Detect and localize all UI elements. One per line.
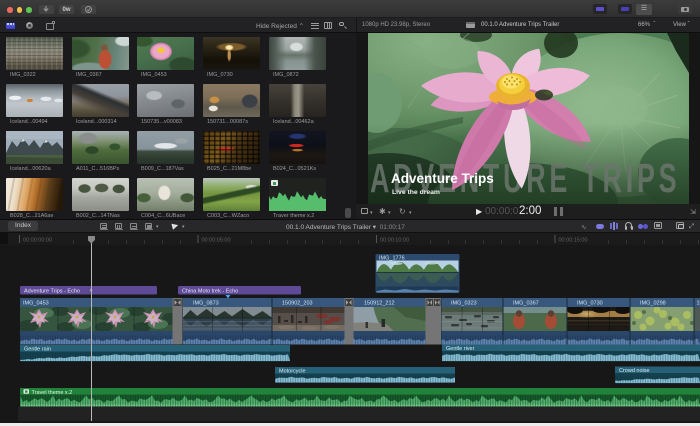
svg-text:Gentle rain: Gentle rain [24, 346, 51, 352]
svg-text:IMG_1776: IMG_1776 [379, 256, 405, 262]
svg-text:Crowd noise: Crowd noise [619, 368, 650, 374]
svg-text:IMG_0323: IMG_0323 [451, 301, 477, 307]
svg-text:150912_212: 150912_212 [364, 301, 395, 307]
svg-text:00:00:15:00: 00:00:15:00 [559, 238, 588, 244]
svg-text:15: 15 [697, 301, 700, 307]
svg-text:Live the dream: Live the dream [392, 189, 440, 196]
svg-text:IMG_0367: IMG_0367 [513, 301, 539, 307]
svg-text:00:00:05:00: 00:00:05:00 [202, 238, 231, 244]
svg-text:Travel theme x.2: Travel theme x.2 [32, 390, 73, 396]
svg-text:Gentle river: Gentle river [446, 346, 475, 352]
svg-text:00:00:00:00: 00:00:00:00 [23, 238, 52, 244]
svg-text:00:00:10:00: 00:00:10:00 [380, 238, 409, 244]
svg-text:IMG_0873: IMG_0873 [193, 301, 219, 307]
svg-text:IMG_0453: IMG_0453 [23, 301, 49, 307]
svg-text:IMG_0298: IMG_0298 [640, 301, 666, 307]
svg-text:China Moto trek - Echo: China Moto trek - Echo [182, 289, 238, 295]
svg-text:IMG_0730: IMG_0730 [577, 301, 603, 307]
svg-text:Adventure Trips: Adventure Trips [391, 171, 494, 186]
svg-text:Motorcycle: Motorcycle [279, 368, 306, 374]
svg-text:150902_203: 150902_203 [282, 301, 313, 307]
svg-text:Adventure Trips - Echo: Adventure Trips - Echo [24, 289, 80, 295]
